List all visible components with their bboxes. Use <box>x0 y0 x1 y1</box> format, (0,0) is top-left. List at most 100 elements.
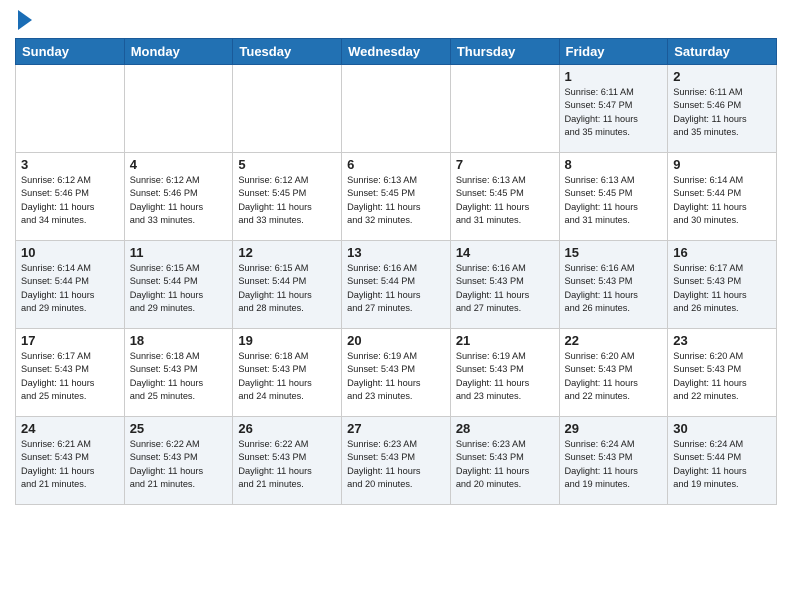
calendar-cell: 26 Sunrise: 6:22 AM Sunset: 5:43 PM Dayli… <box>233 417 342 505</box>
calendar-cell: 5 Sunrise: 6:12 AM Sunset: 5:45 PM Daylig… <box>233 153 342 241</box>
calendar-week-5: 24 Sunrise: 6:21 AM Sunset: 5:43 PM Dayli… <box>16 417 777 505</box>
calendar-cell: 6Sunrise: 6:13 AM Sunset: 5:45 PM Daylig… <box>342 153 451 241</box>
day-info: Sunrise: 6:11 AM Sunset: 5:46 PM Dayligh… <box>673 86 771 139</box>
calendar-table: SundayMondayTuesdayWednesdayThursdayFrid… <box>15 38 777 505</box>
calendar-cell <box>233 65 342 153</box>
calendar-cell: 17 Sunrise: 6:17 AM Sunset: 5:43 PM Dayli… <box>16 329 125 417</box>
day-info: Sunrise: 6:17 AM Sunset: 5:43 PM Dayligh… <box>673 262 771 315</box>
calendar-cell: 20 Sunrise: 6:19 AM Sunset: 5:43 PM Dayli… <box>342 329 451 417</box>
day-number: 5 <box>238 157 336 172</box>
day-number: 15 <box>565 245 663 260</box>
calendar-cell: 4 Sunrise: 6:12 AM Sunset: 5:46 PM Daylig… <box>124 153 233 241</box>
calendar-cell: 11 Sunrise: 6:15 AM Sunset: 5:44 PM Dayli… <box>124 241 233 329</box>
day-info: Sunrise: 6:12 AM Sunset: 5:45 PM Dayligh… <box>238 174 336 227</box>
day-info: Sunrise: 6:17 AM Sunset: 5:43 PM Dayligh… <box>21 350 119 403</box>
calendar-cell: 14 Sunrise: 6:16 AM Sunset: 5:43 PM Dayli… <box>450 241 559 329</box>
day-info: Sunrise: 6:13 AM Sunset: 5:45 PM Dayligh… <box>456 174 554 227</box>
day-info: Sunrise: 6:22 AM Sunset: 5:43 PM Dayligh… <box>130 438 228 491</box>
calendar-cell: 27Sunrise: 6:23 AM Sunset: 5:43 PM Dayli… <box>342 417 451 505</box>
day-number: 12 <box>238 245 336 260</box>
calendar-week-1: 1 Sunrise: 6:11 AM Sunset: 5:47 PM Daylig… <box>16 65 777 153</box>
weekday-header-thursday: Thursday <box>450 39 559 65</box>
calendar-cell: 23 Sunrise: 6:20 AM Sunset: 5:43 PM Dayli… <box>668 329 777 417</box>
day-info: Sunrise: 6:23 AM Sunset: 5:43 PM Dayligh… <box>456 438 554 491</box>
calendar-cell: 7 Sunrise: 6:13 AM Sunset: 5:45 PM Daylig… <box>450 153 559 241</box>
calendar-cell <box>124 65 233 153</box>
day-number: 7 <box>456 157 554 172</box>
day-number: 4 <box>130 157 228 172</box>
day-info: Sunrise: 6:20 AM Sunset: 5:43 PM Dayligh… <box>565 350 663 403</box>
calendar-cell: 25Sunrise: 6:22 AM Sunset: 5:43 PM Dayli… <box>124 417 233 505</box>
day-info: Sunrise: 6:20 AM Sunset: 5:43 PM Dayligh… <box>673 350 771 403</box>
calendar-cell: 28Sunrise: 6:23 AM Sunset: 5:43 PM Dayli… <box>450 417 559 505</box>
day-number: 18 <box>130 333 228 348</box>
day-number: 14 <box>456 245 554 260</box>
day-number: 1 <box>565 69 663 84</box>
day-number: 19 <box>238 333 336 348</box>
calendar-cell: 12Sunrise: 6:15 AM Sunset: 5:44 PM Dayli… <box>233 241 342 329</box>
day-number: 6 <box>347 157 445 172</box>
day-number: 8 <box>565 157 663 172</box>
weekday-header-monday: Monday <box>124 39 233 65</box>
day-info: Sunrise: 6:15 AM Sunset: 5:44 PM Dayligh… <box>130 262 228 315</box>
calendar-week-4: 17 Sunrise: 6:17 AM Sunset: 5:43 PM Dayli… <box>16 329 777 417</box>
day-number: 27 <box>347 421 445 436</box>
logo <box>15 10 32 32</box>
day-info: Sunrise: 6:19 AM Sunset: 5:43 PM Dayligh… <box>347 350 445 403</box>
day-info: Sunrise: 6:11 AM Sunset: 5:47 PM Dayligh… <box>565 86 663 139</box>
day-info: Sunrise: 6:18 AM Sunset: 5:43 PM Dayligh… <box>130 350 228 403</box>
day-info: Sunrise: 6:16 AM Sunset: 5:43 PM Dayligh… <box>565 262 663 315</box>
day-number: 11 <box>130 245 228 260</box>
calendar-cell: 9 Sunrise: 6:14 AM Sunset: 5:44 PM Daylig… <box>668 153 777 241</box>
calendar-week-3: 10 Sunrise: 6:14 AM Sunset: 5:44 PM Dayli… <box>16 241 777 329</box>
calendar-cell: 16 Sunrise: 6:17 AM Sunset: 5:43 PM Dayli… <box>668 241 777 329</box>
calendar-cell: 30 Sunrise: 6:24 AM Sunset: 5:44 PM Dayli… <box>668 417 777 505</box>
weekday-header-saturday: Saturday <box>668 39 777 65</box>
day-number: 30 <box>673 421 771 436</box>
day-number: 23 <box>673 333 771 348</box>
day-info: Sunrise: 6:12 AM Sunset: 5:46 PM Dayligh… <box>21 174 119 227</box>
calendar-cell: 15 Sunrise: 6:16 AM Sunset: 5:43 PM Dayli… <box>559 241 668 329</box>
day-info: Sunrise: 6:22 AM Sunset: 5:43 PM Dayligh… <box>238 438 336 491</box>
header <box>15 10 777 32</box>
weekday-header-sunday: Sunday <box>16 39 125 65</box>
calendar-cell: 3 Sunrise: 6:12 AM Sunset: 5:46 PM Daylig… <box>16 153 125 241</box>
page: SundayMondayTuesdayWednesdayThursdayFrid… <box>0 0 792 515</box>
day-number: 2 <box>673 69 771 84</box>
calendar-cell: 21Sunrise: 6:19 AM Sunset: 5:43 PM Dayli… <box>450 329 559 417</box>
calendar-cell <box>16 65 125 153</box>
calendar-cell: 10 Sunrise: 6:14 AM Sunset: 5:44 PM Dayli… <box>16 241 125 329</box>
day-info: Sunrise: 6:14 AM Sunset: 5:44 PM Dayligh… <box>673 174 771 227</box>
calendar-cell <box>450 65 559 153</box>
weekday-header-wednesday: Wednesday <box>342 39 451 65</box>
day-number: 16 <box>673 245 771 260</box>
calendar-week-2: 3 Sunrise: 6:12 AM Sunset: 5:46 PM Daylig… <box>16 153 777 241</box>
day-info: Sunrise: 6:24 AM Sunset: 5:43 PM Dayligh… <box>565 438 663 491</box>
calendar-header-row: SundayMondayTuesdayWednesdayThursdayFrid… <box>16 39 777 65</box>
calendar-cell: 18 Sunrise: 6:18 AM Sunset: 5:43 PM Dayli… <box>124 329 233 417</box>
day-number: 20 <box>347 333 445 348</box>
day-info: Sunrise: 6:14 AM Sunset: 5:44 PM Dayligh… <box>21 262 119 315</box>
day-number: 13 <box>347 245 445 260</box>
day-number: 9 <box>673 157 771 172</box>
day-info: Sunrise: 6:16 AM Sunset: 5:43 PM Dayligh… <box>456 262 554 315</box>
calendar-cell: 13Sunrise: 6:16 AM Sunset: 5:44 PM Dayli… <box>342 241 451 329</box>
day-number: 17 <box>21 333 119 348</box>
day-number: 22 <box>565 333 663 348</box>
calendar-cell: 19 Sunrise: 6:18 AM Sunset: 5:43 PM Dayli… <box>233 329 342 417</box>
day-number: 24 <box>21 421 119 436</box>
day-number: 26 <box>238 421 336 436</box>
calendar-cell: 29Sunrise: 6:24 AM Sunset: 5:43 PM Dayli… <box>559 417 668 505</box>
calendar-cell: 22 Sunrise: 6:20 AM Sunset: 5:43 PM Dayli… <box>559 329 668 417</box>
day-info: Sunrise: 6:18 AM Sunset: 5:43 PM Dayligh… <box>238 350 336 403</box>
day-info: Sunrise: 6:12 AM Sunset: 5:46 PM Dayligh… <box>130 174 228 227</box>
day-number: 3 <box>21 157 119 172</box>
calendar-cell: 8 Sunrise: 6:13 AM Sunset: 5:45 PM Daylig… <box>559 153 668 241</box>
day-info: Sunrise: 6:21 AM Sunset: 5:43 PM Dayligh… <box>21 438 119 491</box>
day-info: Sunrise: 6:13 AM Sunset: 5:45 PM Dayligh… <box>565 174 663 227</box>
day-number: 10 <box>21 245 119 260</box>
calendar-cell: 2 Sunrise: 6:11 AM Sunset: 5:46 PM Daylig… <box>668 65 777 153</box>
calendar-cell: 24 Sunrise: 6:21 AM Sunset: 5:43 PM Dayli… <box>16 417 125 505</box>
day-number: 21 <box>456 333 554 348</box>
day-info: Sunrise: 6:24 AM Sunset: 5:44 PM Dayligh… <box>673 438 771 491</box>
